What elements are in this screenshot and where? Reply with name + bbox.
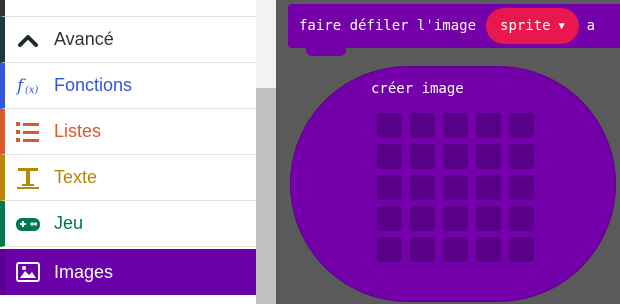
- category-label: Listes: [54, 121, 102, 141]
- svg-text:(x): (x): [25, 85, 39, 96]
- list-icon: [16, 120, 40, 144]
- block-connector-notch: [306, 48, 346, 56]
- scroll-image-block-text: faire défiler l'image: [299, 18, 477, 34]
- toolbox: Avancé f (x) Fonctions Listes Texte Jeu …: [0, 0, 256, 304]
- category-label: Images: [54, 261, 114, 282]
- create-image-block[interactable]: créer image: [290, 66, 616, 302]
- led-cell[interactable]: [476, 144, 501, 169]
- led-cell[interactable]: [476, 113, 501, 138]
- toolbox-category-partial[interactable]: [0, 0, 256, 17]
- led-cell[interactable]: [443, 237, 468, 262]
- led-cell[interactable]: [377, 113, 402, 138]
- led-cell[interactable]: [410, 113, 435, 138]
- led-grid: [377, 113, 534, 262]
- category-label: Fonctions: [54, 75, 133, 95]
- led-cell[interactable]: [377, 206, 402, 231]
- create-image-block-title: créer image: [371, 81, 464, 97]
- led-cell[interactable]: [443, 144, 468, 169]
- led-cell[interactable]: [509, 237, 534, 262]
- blocks-workspace[interactable]: faire défiler l'image sprite ▼ a créer i…: [276, 0, 620, 304]
- led-cell[interactable]: [410, 237, 435, 262]
- category-lists[interactable]: Listes: [0, 109, 256, 155]
- category-advanced[interactable]: Avancé: [0, 17, 256, 63]
- sprite-dropdown[interactable]: sprite ▼: [486, 8, 579, 44]
- category-game[interactable]: Jeu: [0, 201, 256, 247]
- toolbox-scrollbar[interactable]: [256, 0, 276, 304]
- led-cell[interactable]: [377, 144, 402, 169]
- text-icon: [16, 166, 40, 190]
- scroll-image-block[interactable]: faire défiler l'image sprite ▼ a: [288, 4, 620, 48]
- category-images[interactable]: Images: [0, 249, 256, 295]
- led-cell[interactable]: [410, 175, 435, 200]
- function-icon: f (x): [16, 74, 40, 98]
- led-cell[interactable]: [476, 175, 501, 200]
- led-cell[interactable]: [476, 206, 501, 231]
- chevron-up-icon: [16, 28, 40, 52]
- category-label: Avancé: [54, 29, 114, 49]
- sprite-dropdown-value: sprite: [500, 18, 551, 34]
- led-cell[interactable]: [443, 175, 468, 200]
- toolbox-scrollbar-thumb[interactable]: [256, 88, 276, 304]
- led-cell[interactable]: [410, 144, 435, 169]
- led-cell[interactable]: [443, 206, 468, 231]
- category-label: Texte: [54, 167, 98, 187]
- scroll-image-block-trailing-text: a: [586, 18, 596, 34]
- gamepad-icon: [16, 212, 40, 236]
- led-cell[interactable]: [377, 175, 402, 200]
- caret-down-icon: ▼: [558, 20, 565, 32]
- led-cell[interactable]: [410, 206, 435, 231]
- led-cell[interactable]: [509, 175, 534, 200]
- category-functions[interactable]: f (x) Fonctions: [0, 63, 256, 109]
- led-cell[interactable]: [377, 237, 402, 262]
- led-cell[interactable]: [509, 144, 534, 169]
- category-text[interactable]: Texte: [0, 155, 256, 201]
- led-cell[interactable]: [509, 113, 534, 138]
- category-label: Jeu: [54, 213, 84, 233]
- led-cell[interactable]: [476, 237, 501, 262]
- led-cell[interactable]: [443, 113, 468, 138]
- image-icon: [16, 260, 40, 284]
- led-cell[interactable]: [509, 206, 534, 231]
